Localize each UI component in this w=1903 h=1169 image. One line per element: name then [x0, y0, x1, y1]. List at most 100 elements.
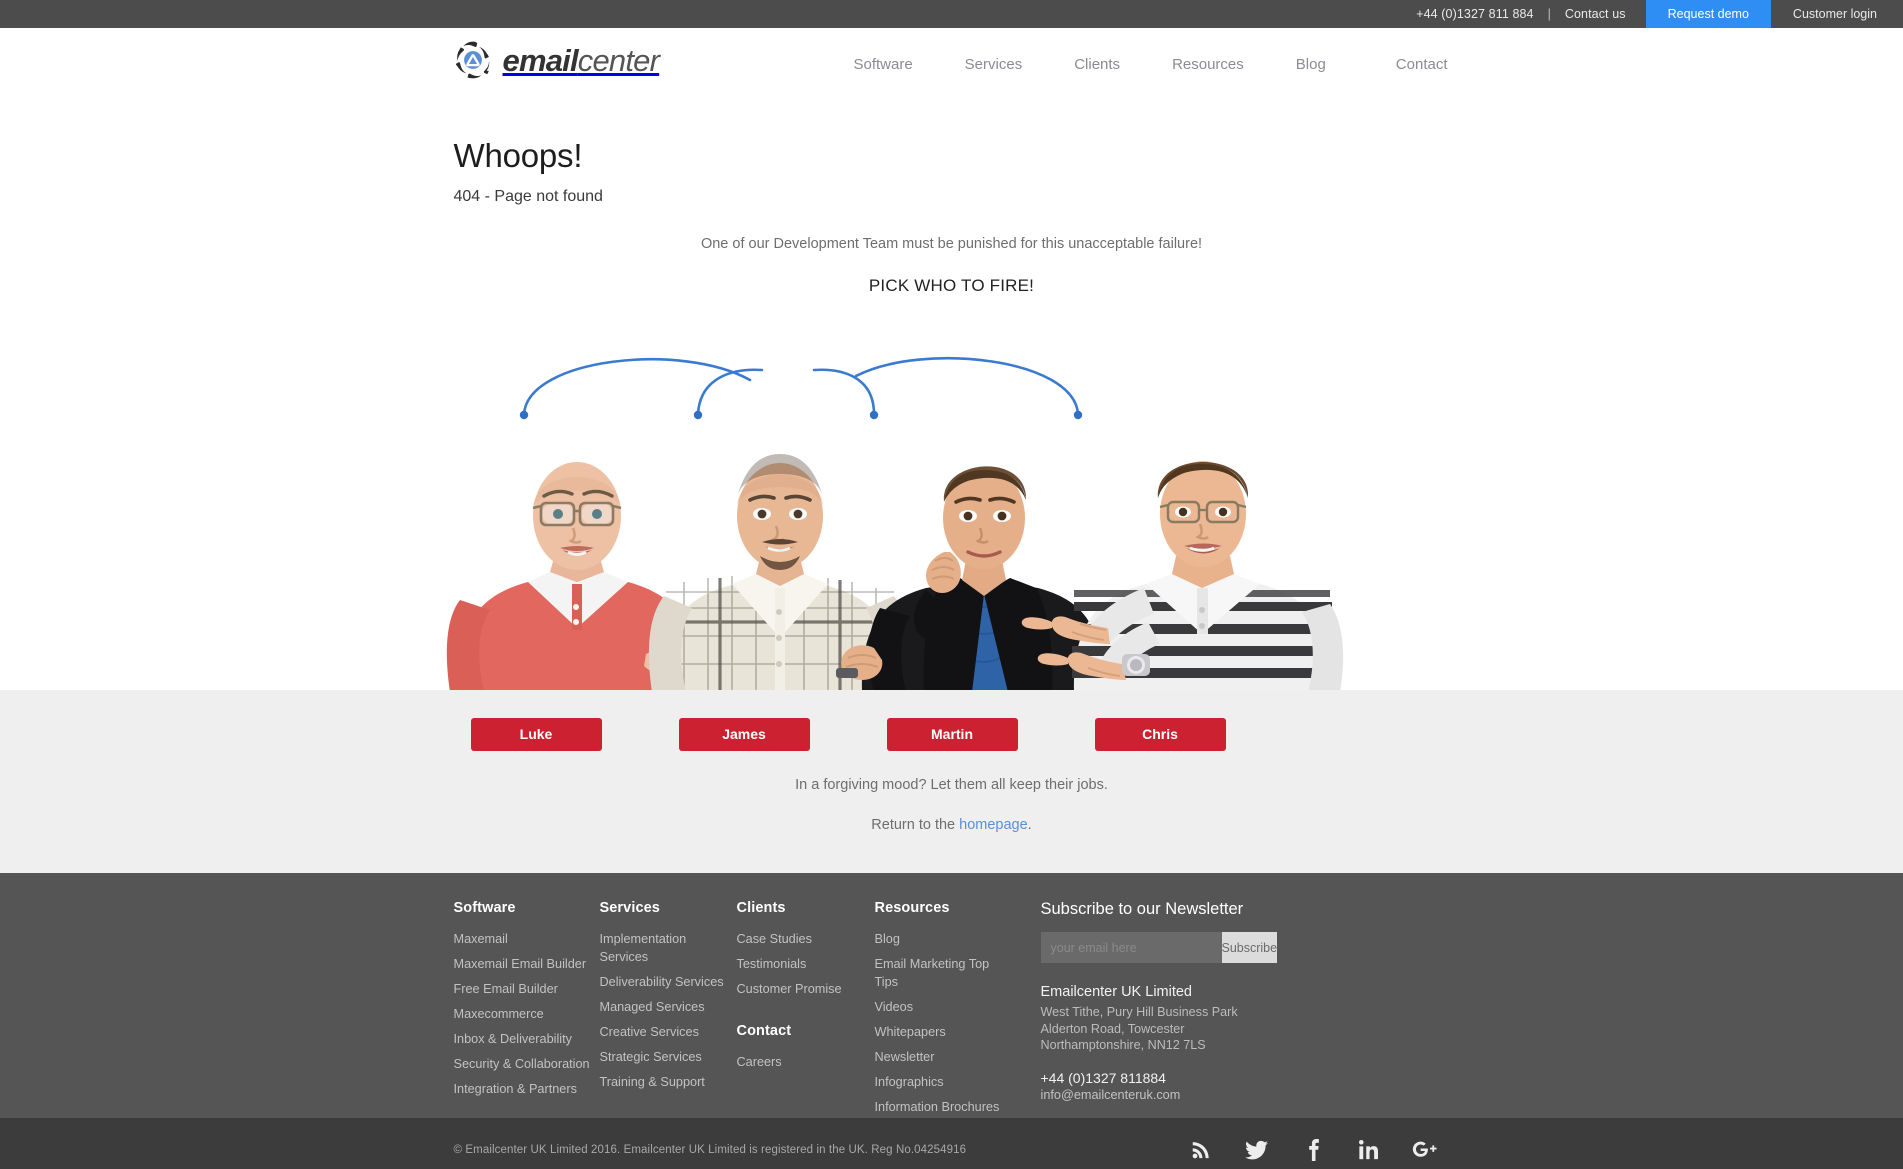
- arrow-to-chris: [854, 356, 1079, 416]
- list-item: Implementation Services: [600, 930, 737, 966]
- footer-link-strategic-services[interactable]: Strategic Services: [600, 1050, 702, 1064]
- footer-link-creative-services[interactable]: Creative Services: [600, 1025, 699, 1039]
- footer-link-maxemail[interactable]: Maxemail: [454, 932, 508, 946]
- nav-item-services[interactable]: Services: [939, 28, 1049, 102]
- logo-wordmark: emailcenter: [503, 45, 660, 76]
- footer-link-free-email-builder[interactable]: Free Email Builder: [454, 982, 558, 996]
- footer-links-services: Implementation Services Deliverability S…: [600, 930, 737, 1091]
- subscribe-button[interactable]: Subscribe: [1221, 932, 1278, 963]
- footer-link-careers[interactable]: Careers: [737, 1055, 782, 1069]
- arrow-dot-chris: [1073, 410, 1082, 420]
- fire-martin-button[interactable]: Martin: [886, 718, 1018, 751]
- footer-link-testimonials[interactable]: Testimonials: [737, 957, 807, 971]
- list-item: Strategic Services: [600, 1048, 737, 1066]
- nav-item-software[interactable]: Software: [827, 28, 938, 102]
- footer-links-software: Maxemail Maxemail Email Builder Free Ema…: [454, 930, 600, 1098]
- footer-column-newsletter: Subscribe to our Newsletter Subscribe Em…: [1013, 900, 1343, 1118]
- footer-link-customer-promise[interactable]: Customer Promise: [737, 982, 842, 996]
- footer-link-integration-partners[interactable]: Integration & Partners: [454, 1082, 577, 1096]
- name-button-row: Luke James Martin Chris: [432, 718, 1472, 752]
- footer-heading-clients: Clients: [736, 900, 786, 916]
- footer-link-infographics[interactable]: Infographics: [875, 1075, 944, 1089]
- facebook-icon[interactable]: [1300, 1137, 1326, 1163]
- site-header: emailcenter Software Services Clients Re…: [0, 28, 1903, 116]
- page-root: +44 (0)1327 811 884 | Contact us Request…: [0, 0, 1903, 1169]
- homepage-link[interactable]: homepage: [959, 817, 1028, 833]
- footer-link-newsletter[interactable]: Newsletter: [875, 1050, 935, 1064]
- footer-link-managed-services[interactable]: Managed Services: [600, 1000, 705, 1014]
- site-logo[interactable]: emailcenter: [452, 39, 660, 81]
- arrow-to-james: [696, 368, 763, 416]
- footer-links-clients: Case Studies Testimonials Customer Promi…: [737, 930, 875, 998]
- choose-section: Luke James Martin Chris In a forgiving m…: [0, 690, 1903, 873]
- list-item: Maxecommerce: [454, 1005, 600, 1023]
- list-item: Case Studies: [737, 930, 875, 948]
- list-item: Managed Services: [600, 998, 737, 1016]
- list-item: Training & Support: [600, 1073, 737, 1091]
- footer-link-videos[interactable]: Videos: [875, 1000, 914, 1014]
- list-item: Videos: [875, 998, 1013, 1016]
- footer-link-security-collaboration[interactable]: Security & Collaboration: [454, 1057, 590, 1071]
- fire-chris-button[interactable]: Chris: [1094, 718, 1226, 751]
- person-chris: [1021, 461, 1343, 692]
- emailcenter-aperture-icon: [452, 39, 494, 81]
- main-content: Whoops! 404 - Page not found One of our …: [0, 102, 1903, 692]
- footer-link-information-brochures[interactable]: Information Brochures: [875, 1100, 1000, 1114]
- footer-link-whitepapers[interactable]: Whitepapers: [875, 1025, 946, 1039]
- footer-heading-software: Software: [453, 900, 516, 916]
- logo-wordmark-bold: email: [502, 42, 579, 78]
- forgiving-mood-text: In a forgiving mood? Let them all keep t…: [795, 777, 1108, 793]
- arrow-dot-luke: [519, 410, 528, 420]
- footer-link-deliverability-services[interactable]: Deliverability Services: [600, 975, 724, 989]
- pointer-arrows: [519, 356, 1082, 420]
- social-links: [1188, 1118, 1438, 1169]
- list-item: Whitepapers: [875, 1023, 1013, 1041]
- newsletter-form: Subscribe: [1040, 932, 1278, 963]
- footer-link-maxemail-email-builder[interactable]: Maxemail Email Builder: [454, 957, 587, 971]
- nav-item-blog[interactable]: Blog: [1270, 28, 1352, 102]
- request-demo-button[interactable]: Request demo: [1645, 0, 1771, 28]
- footer-link-maxecommerce[interactable]: Maxecommerce: [454, 1007, 544, 1021]
- list-item: Inbox & Deliverability: [454, 1030, 600, 1048]
- footer-column-services: Services Implementation Services Deliver…: [600, 900, 737, 1118]
- footer-link-implementation-services[interactable]: Implementation Services: [600, 932, 687, 964]
- page-title: Whoops!: [453, 137, 583, 174]
- nav-item-contact[interactable]: Contact: [1352, 28, 1472, 102]
- newsletter-email-input[interactable]: [1040, 932, 1222, 963]
- topbar-phone: +44 (0)1327 811 884: [1416, 7, 1534, 21]
- footer-links-contact: Careers: [737, 1053, 875, 1071]
- list-item: Free Email Builder: [454, 980, 600, 998]
- topbar-contact-us-link[interactable]: Contact us: [1555, 0, 1636, 28]
- list-item: Newsletter: [875, 1048, 1013, 1066]
- footer-heading-contact: Contact: [736, 1023, 792, 1039]
- footer-link-inbox-deliverability[interactable]: Inbox & Deliverability: [454, 1032, 572, 1046]
- nav-item-resources[interactable]: Resources: [1146, 28, 1270, 102]
- footer-link-email-marketing-top-tips[interactable]: Email Marketing Top Tips: [875, 957, 990, 989]
- punish-message: One of our Development Team must be puni…: [700, 236, 1203, 252]
- googleplus-icon[interactable]: [1412, 1137, 1438, 1163]
- footer-column-clients: Clients Case Studies Testimonials Custom…: [737, 900, 875, 1118]
- list-item: Maxemail: [454, 930, 600, 948]
- linkedin-icon[interactable]: [1356, 1137, 1382, 1163]
- list-item: Email Marketing Top Tips: [875, 955, 1013, 991]
- twitter-icon[interactable]: [1244, 1137, 1270, 1163]
- fire-luke-button[interactable]: Luke: [470, 718, 602, 751]
- list-item: Customer Promise: [737, 980, 875, 998]
- footer-column-software: Software Maxemail Maxemail Email Builder…: [432, 900, 600, 1118]
- footer-heading-services: Services: [599, 900, 660, 916]
- top-utility-bar: +44 (0)1327 811 884 | Contact us Request…: [0, 0, 1903, 28]
- list-item: Careers: [737, 1053, 875, 1071]
- list-item: Infographics: [875, 1073, 1013, 1091]
- footer-email-link[interactable]: info@emailcenteruk.com: [1041, 1088, 1181, 1102]
- nav-item-clients[interactable]: Clients: [1048, 28, 1146, 102]
- rss-icon[interactable]: [1188, 1137, 1214, 1163]
- list-item: Creative Services: [600, 1023, 737, 1041]
- footer-link-training-support[interactable]: Training & Support: [600, 1075, 705, 1089]
- return-suffix: .: [1027, 817, 1032, 833]
- list-item: Security & Collaboration: [454, 1055, 600, 1073]
- arrow-to-luke: [522, 358, 751, 416]
- footer-link-blog[interactable]: Blog: [875, 932, 900, 946]
- footer-link-case-studies[interactable]: Case Studies: [737, 932, 812, 946]
- fire-james-button[interactable]: James: [678, 718, 810, 751]
- customer-login-link[interactable]: Customer login: [1771, 0, 1903, 28]
